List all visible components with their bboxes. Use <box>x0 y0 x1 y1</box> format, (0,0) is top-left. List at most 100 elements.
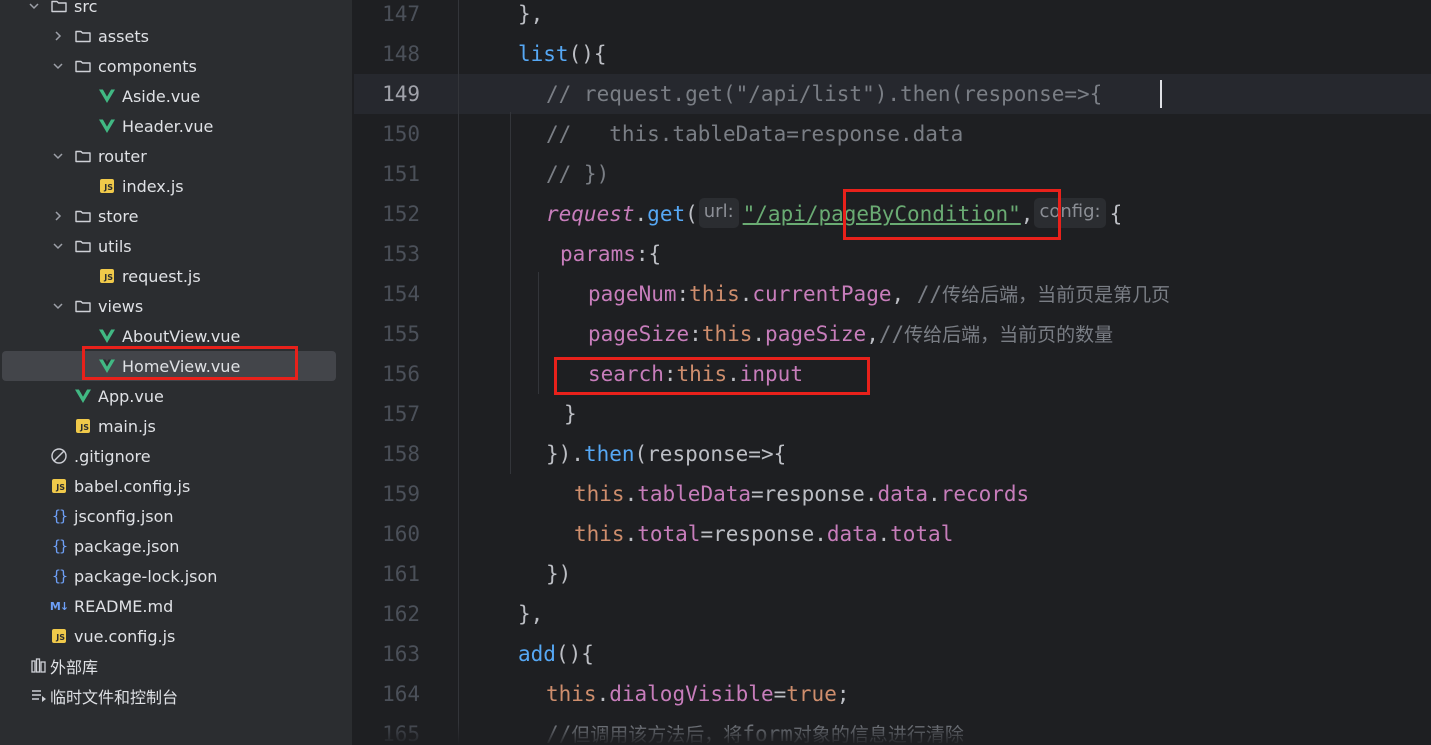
code-line[interactable]: }).then(response=>{ <box>546 434 786 474</box>
tree-item-components[interactable]: components <box>0 51 352 81</box>
tree-item-jsconfig-json[interactable]: {} jsconfig.json <box>0 501 352 531</box>
chevron-down-icon[interactable] <box>28 0 40 14</box>
code-line[interactable]: }, <box>518 594 543 634</box>
tree-item-app-vue[interactable]: App.vue <box>0 381 352 411</box>
tree-item-babel-config-js[interactable]: JS babel.config.js <box>0 471 352 501</box>
tree-item-label: request.js <box>122 266 201 286</box>
chevron-right-icon[interactable] <box>52 28 64 44</box>
code-token: ( <box>685 202 698 226</box>
tree-item-[interactable]: 临时文件和控制台 <box>0 681 352 711</box>
external-libraries-icon <box>30 657 48 675</box>
code-token: }, <box>518 2 544 26</box>
code-token: }, <box>518 602 544 626</box>
tree-item-aside-vue[interactable]: Aside.vue <box>0 81 352 111</box>
tree-item-aboutview-vue[interactable]: AboutView.vue <box>0 321 352 351</box>
code-area[interactable]: }, list(){// request.get("/api/list").the… <box>354 0 1431 745</box>
code-token: (){ <box>555 642 594 666</box>
indent-guide <box>458 0 459 745</box>
code-line[interactable]: search:this.input <box>588 354 803 394</box>
code-token: this <box>701 322 753 346</box>
tree-item-views[interactable]: views <box>0 291 352 321</box>
chevron-down-icon[interactable] <box>52 238 64 254</box>
code-token: { <box>1109 202 1123 226</box>
js-file-icon: JS <box>50 477 68 495</box>
code-token: . <box>727 362 740 386</box>
tree-item-readme-md[interactable]: M↓ README.md <box>0 591 352 621</box>
tree-item-label: 外部库 <box>50 658 99 677</box>
code-token: } <box>564 402 577 426</box>
code-line[interactable]: this.dialogVisible=true; <box>546 674 850 714</box>
code-token: this <box>574 522 625 546</box>
vue-file-icon <box>98 357 116 375</box>
parameter-hint: config: <box>1034 198 1106 228</box>
tree-item-[interactable]: 外部库 <box>0 651 352 681</box>
tree-item-assets[interactable]: assets <box>0 21 352 51</box>
code-line[interactable]: } <box>564 394 577 434</box>
code-token: (response=>{ <box>634 442 787 466</box>
code-token: "/api/pageByCondition" <box>742 202 1021 226</box>
code-token: // <box>916 282 943 306</box>
tree-item-index-js[interactable]: JS index.js <box>0 171 352 201</box>
tree-item-router[interactable]: router <box>0 141 352 171</box>
code-line[interactable]: }) <box>546 554 571 594</box>
code-token: params <box>560 242 636 266</box>
tree-item-label: README.md <box>74 596 174 616</box>
code-token: total <box>890 522 954 546</box>
code-token: }). <box>546 442 584 466</box>
tree-item-utils[interactable]: utils <box>0 231 352 261</box>
folder-icon <box>74 207 92 225</box>
code-token: true <box>786 682 837 706</box>
tree-item-label: App.vue <box>98 386 164 406</box>
code-line[interactable]: // request.get("/api/list").then(respons… <box>546 74 1102 114</box>
tree-item-src[interactable]: src <box>0 0 352 21</box>
code-token: . <box>596 682 610 706</box>
json-file-icon: {} <box>51 507 68 525</box>
project-tree-panel: src assets components Aside.vue Header.vue ro… <box>0 0 352 745</box>
code-editor[interactable]: 147 148 149 150 151 152 153 154 155 156 157 158 159 1… <box>354 0 1431 745</box>
tree-item-package-json[interactable]: {} package.json <box>0 531 352 561</box>
code-line[interactable]: // }) <box>546 154 609 194</box>
tree-item-store[interactable]: store <box>0 201 352 231</box>
code-line[interactable]: add(){ <box>518 634 594 674</box>
tree-item-label: HomeView.vue <box>122 356 241 376</box>
code-line[interactable]: pageNum:this.currentPage, //传给后端，当前页是第几页 <box>588 274 1170 314</box>
tree-item-main-js[interactable]: JS main.js <box>0 411 352 441</box>
code-token: records <box>940 482 1030 506</box>
chevron-right-icon[interactable] <box>52 208 64 224</box>
js-file-icon: JS <box>74 417 92 435</box>
tree-item-label: router <box>98 146 147 166</box>
tree-item-package-lock-json[interactable]: {} package-lock.json <box>0 561 352 591</box>
tree-item-label: Aside.vue <box>122 86 201 106</box>
code-line[interactable]: list(){ <box>518 34 607 74</box>
code-line[interactable]: params:{ <box>560 234 661 274</box>
code-line[interactable]: // this.tableData=response.data <box>546 114 963 154</box>
chevron-down-icon[interactable] <box>52 298 64 314</box>
tree-item-gitignore[interactable]: .gitignore <box>0 441 352 471</box>
folder-icon <box>74 297 92 315</box>
code-line[interactable]: }, <box>518 0 543 34</box>
tree-item-label: components <box>98 56 197 76</box>
code-token: }) <box>546 562 572 586</box>
indent-guide <box>538 272 539 394</box>
tree-item-label: src <box>74 0 98 16</box>
code-line[interactable]: pageSize:this.pageSize,//传给后端，当前页的数量 <box>588 314 1113 354</box>
chevron-down-icon[interactable] <box>52 58 64 74</box>
code-token: pageSize <box>588 322 690 346</box>
code-line[interactable]: this.total=response.data.total <box>574 514 953 554</box>
code-token: search <box>588 362 664 386</box>
vue-file-icon <box>98 327 116 345</box>
tree-item-header-vue[interactable]: Header.vue <box>0 111 352 141</box>
tree-item-homeview-vue[interactable]: HomeView.vue <box>2 351 336 381</box>
code-token: pageSize <box>765 322 867 346</box>
markdown-file-icon: M↓ <box>49 599 69 613</box>
tree-item-request-js[interactable]: JS request.js <box>0 261 352 291</box>
code-token: = <box>773 682 787 706</box>
tree-item-label: babel.config.js <box>74 476 191 496</box>
tree-item-vue-config-js[interactable]: JS vue.config.js <box>0 621 352 651</box>
folder-icon <box>74 237 92 255</box>
tree-item-label: assets <box>98 26 149 46</box>
code-line[interactable]: this.tableData=response.data.records <box>574 474 1029 514</box>
code-line[interactable]: request.get(url: "/api/pageByCondition", c… <box>546 194 1122 234</box>
chevron-down-icon[interactable] <box>52 148 64 164</box>
code-token: 传给后端，当前页的数量 <box>904 324 1114 346</box>
